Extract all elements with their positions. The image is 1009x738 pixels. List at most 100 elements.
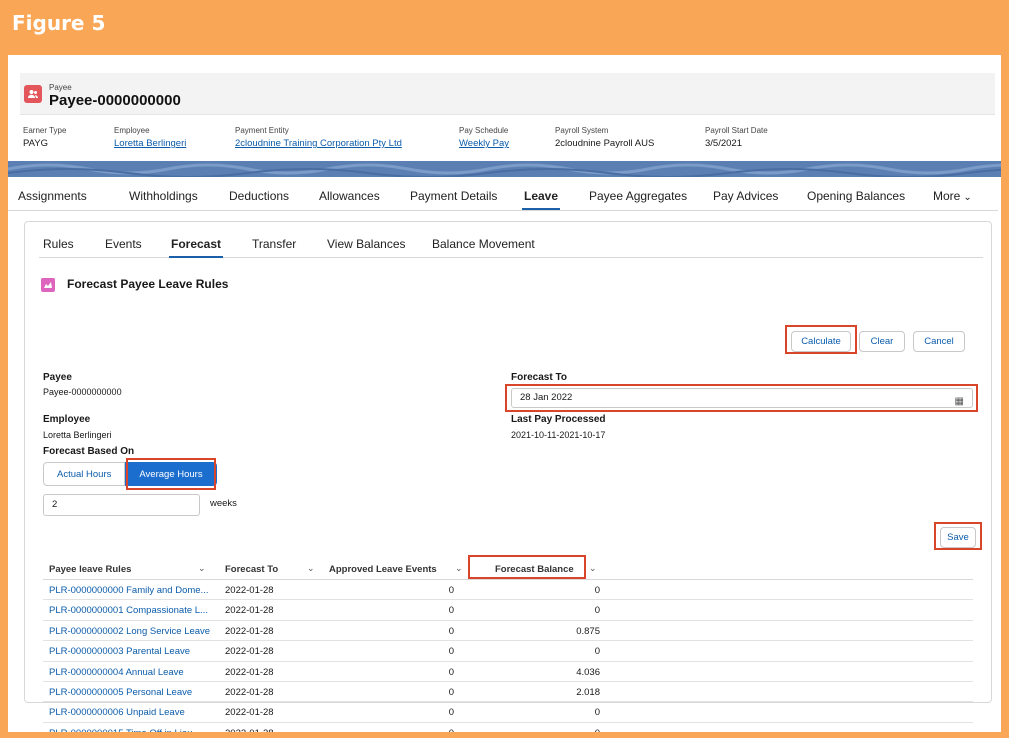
employee-value: Loretta Berlingeri: [43, 430, 112, 440]
leave-rule-link[interactable]: PLR-0000000000 Family and Dome...: [49, 585, 208, 596]
chevron-down-icon: ⌄: [963, 192, 972, 203]
forecast-to-cell: 2022-01-28: [225, 686, 274, 698]
forecast-to-cell: 2022-01-28: [225, 605, 274, 617]
calculate-highlight: [785, 325, 857, 354]
payee-label: Payee: [43, 372, 72, 383]
leave-rule-link[interactable]: PLR-0000000006 Unpaid Leave: [49, 707, 185, 718]
forecast-balance-cell: 0.875: [576, 625, 600, 637]
last-pay-value: 2021-10-11-2021-10-17: [511, 430, 606, 440]
pay-schedule-link[interactable]: Weekly Pay: [459, 138, 509, 149]
forecast-balance-cell: 2.018: [576, 686, 600, 698]
header-wave-decoration: [8, 161, 1001, 177]
approved-events-cell: 0: [448, 707, 454, 719]
column-header-approved[interactable]: Approved Leave Events ⌄: [329, 563, 463, 575]
tab-allowances[interactable]: Allowances: [319, 189, 380, 203]
forecast-to-cell: 2022-01-28: [225, 728, 274, 732]
figure-title: Figure 5: [12, 11, 106, 35]
table-row: PLR-0000000006 Unpaid Leave 2022-01-28 0 0: [43, 702, 973, 723]
leave-forecast-table: Payee leave Rules ⌄ Forecast To ⌄ Approved…: [43, 556, 973, 732]
column-header-forecast-to[interactable]: Forecast To ⌄: [225, 563, 315, 575]
forecast-balance-cell: 4.036: [576, 666, 600, 678]
chevron-down-icon: ⌄: [589, 563, 597, 573]
field-pay-schedule: Pay Schedule Weekly Pay: [459, 126, 509, 149]
forecast-to-cell: 2022-01-28: [225, 585, 274, 596]
payment-entity-link[interactable]: 2cloudnine Training Corporation Pty Ltd: [235, 138, 402, 149]
forecast-balance-highlight: [468, 555, 586, 579]
forecast-to-cell: 2022-01-28: [225, 646, 274, 658]
table-row: PLR-0000000005 Personal Leave 2022-01-28 0…: [43, 682, 973, 703]
app-frame: Payee Payee-0000000000 Earner Type PAYG …: [8, 55, 1001, 732]
field-employee: Employee Loretta Berlingeri: [114, 126, 187, 149]
forecast-based-on-label: Forecast Based On: [43, 446, 135, 457]
chevron-down-icon: ⌄: [198, 563, 206, 573]
tab-assignments[interactable]: Assignments: [18, 189, 87, 203]
tab-pay-advices[interactable]: Pay Advices: [713, 189, 778, 203]
tab-opening-balances[interactable]: Opening Balances: [807, 189, 905, 203]
tab-leave[interactable]: Leave: [521, 189, 561, 210]
last-pay-label: Last Pay Processed: [511, 414, 606, 425]
weeks-label: weeks: [210, 498, 237, 509]
payee-record-icon: [24, 85, 42, 103]
tab-deductions[interactable]: Deductions: [229, 189, 289, 203]
leave-rule-link[interactable]: PLR-0000000005 Personal Leave: [49, 687, 192, 698]
subtab-events[interactable]: Events: [105, 237, 142, 251]
record-title: Payee-0000000000: [49, 92, 181, 109]
table-body: PLR-0000000000 Family and Dome... 2022-01…: [43, 580, 973, 732]
weeks-input[interactable]: 2: [43, 494, 200, 516]
tab-payment-details[interactable]: Payment Details: [410, 189, 497, 203]
forecast-section-icon: [41, 278, 55, 292]
forecast-to-cell: 2022-01-28: [225, 666, 274, 678]
column-header-rules[interactable]: Payee leave Rules ⌄: [49, 563, 206, 575]
tab-payee-aggregates[interactable]: Payee Aggregates: [589, 189, 687, 203]
approved-events-cell: 0: [448, 625, 454, 637]
employee-label: Employee: [43, 414, 91, 425]
forecast-balance-cell: 0: [594, 605, 600, 617]
record-object-label: Payee: [49, 83, 72, 92]
subtab-forecast[interactable]: Forecast: [168, 237, 224, 258]
chevron-down-icon: ⌄: [307, 563, 315, 573]
payee-value: Payee-0000000000: [43, 387, 122, 397]
approved-events-cell: 0: [448, 585, 454, 596]
employee-link[interactable]: Loretta Berlingeri: [114, 138, 186, 149]
clear-button[interactable]: Clear: [859, 331, 905, 352]
table-row: PLR-0000000002 Long Service Leave 2022-01…: [43, 621, 973, 642]
forecast-card: Rules Events Forecast Transfer View Bala…: [24, 221, 992, 732]
leave-rule-link[interactable]: PLR-0000000001 Compassionate L...: [49, 605, 208, 616]
tab-withholdings[interactable]: Withholdings: [129, 189, 198, 203]
chevron-down-icon: ⌄: [455, 563, 463, 573]
leave-rule-link[interactable]: PLR-0000000004 Annual Leave: [49, 667, 184, 678]
average-hours-highlight: [126, 458, 216, 490]
record-header: Payee Payee-0000000000: [20, 73, 995, 115]
table-row: PLR-0000000001 Compassionate L... 2022-01…: [43, 600, 973, 621]
table-row: PLR-0000000015 Time Off in Lieu 2022-01-2…: [43, 723, 973, 732]
cancel-button[interactable]: Cancel: [913, 331, 965, 352]
forecast-to-label: Forecast To: [511, 372, 567, 383]
field-payroll-start-date: Payroll Start Date 3/5/2021: [705, 126, 768, 149]
sub-tab-bar: Rules Events Forecast Transfer View Bala…: [39, 232, 983, 258]
leave-rule-link[interactable]: PLR-0000000003 Parental Leave: [49, 646, 190, 657]
actual-hours-button[interactable]: Actual Hours: [43, 462, 126, 486]
table-row: PLR-0000000003 Parental Leave 2022-01-28 0…: [43, 641, 973, 662]
subtab-view-balances[interactable]: View Balances: [327, 237, 406, 251]
save-highlight: [934, 522, 982, 550]
figure-banner: Figure 5: [0, 0, 1009, 50]
field-earner-type: Earner Type PAYG: [23, 126, 67, 149]
table-row: PLR-0000000004 Annual Leave 2022-01-28 0 4.…: [43, 662, 973, 682]
forecast-balance-cell: 0: [594, 707, 600, 719]
forecast-balance-cell: 0: [594, 585, 600, 596]
tab-more[interactable]: More ⌄: [933, 189, 972, 203]
forecast-balance-cell: 0: [483, 728, 600, 732]
leave-rule-link[interactable]: PLR-0000000015 Time Off in Lieu: [49, 728, 192, 732]
approved-events-cell: 0: [329, 728, 454, 732]
leave-rule-link[interactable]: PLR-0000000002 Long Service Leave: [49, 626, 210, 637]
table-row: PLR-0000000000 Family and Dome... 2022-01…: [43, 580, 973, 601]
approved-events-cell: 0: [448, 646, 454, 658]
subtab-balance-movement[interactable]: Balance Movement: [432, 237, 535, 251]
forecast-to-cell: 2022-01-28: [225, 625, 274, 637]
field-payment-entity: Payment Entity 2cloudnine Training Corpo…: [235, 126, 402, 149]
approved-events-cell: 0: [448, 605, 454, 617]
forecast-to-cell: 2022-01-28: [225, 707, 274, 719]
subtab-rules[interactable]: Rules: [43, 237, 74, 251]
subtab-transfer[interactable]: Transfer: [252, 237, 296, 251]
highlights-panel: Earner Type PAYG Employee Loretta Berlin…: [8, 126, 1001, 156]
